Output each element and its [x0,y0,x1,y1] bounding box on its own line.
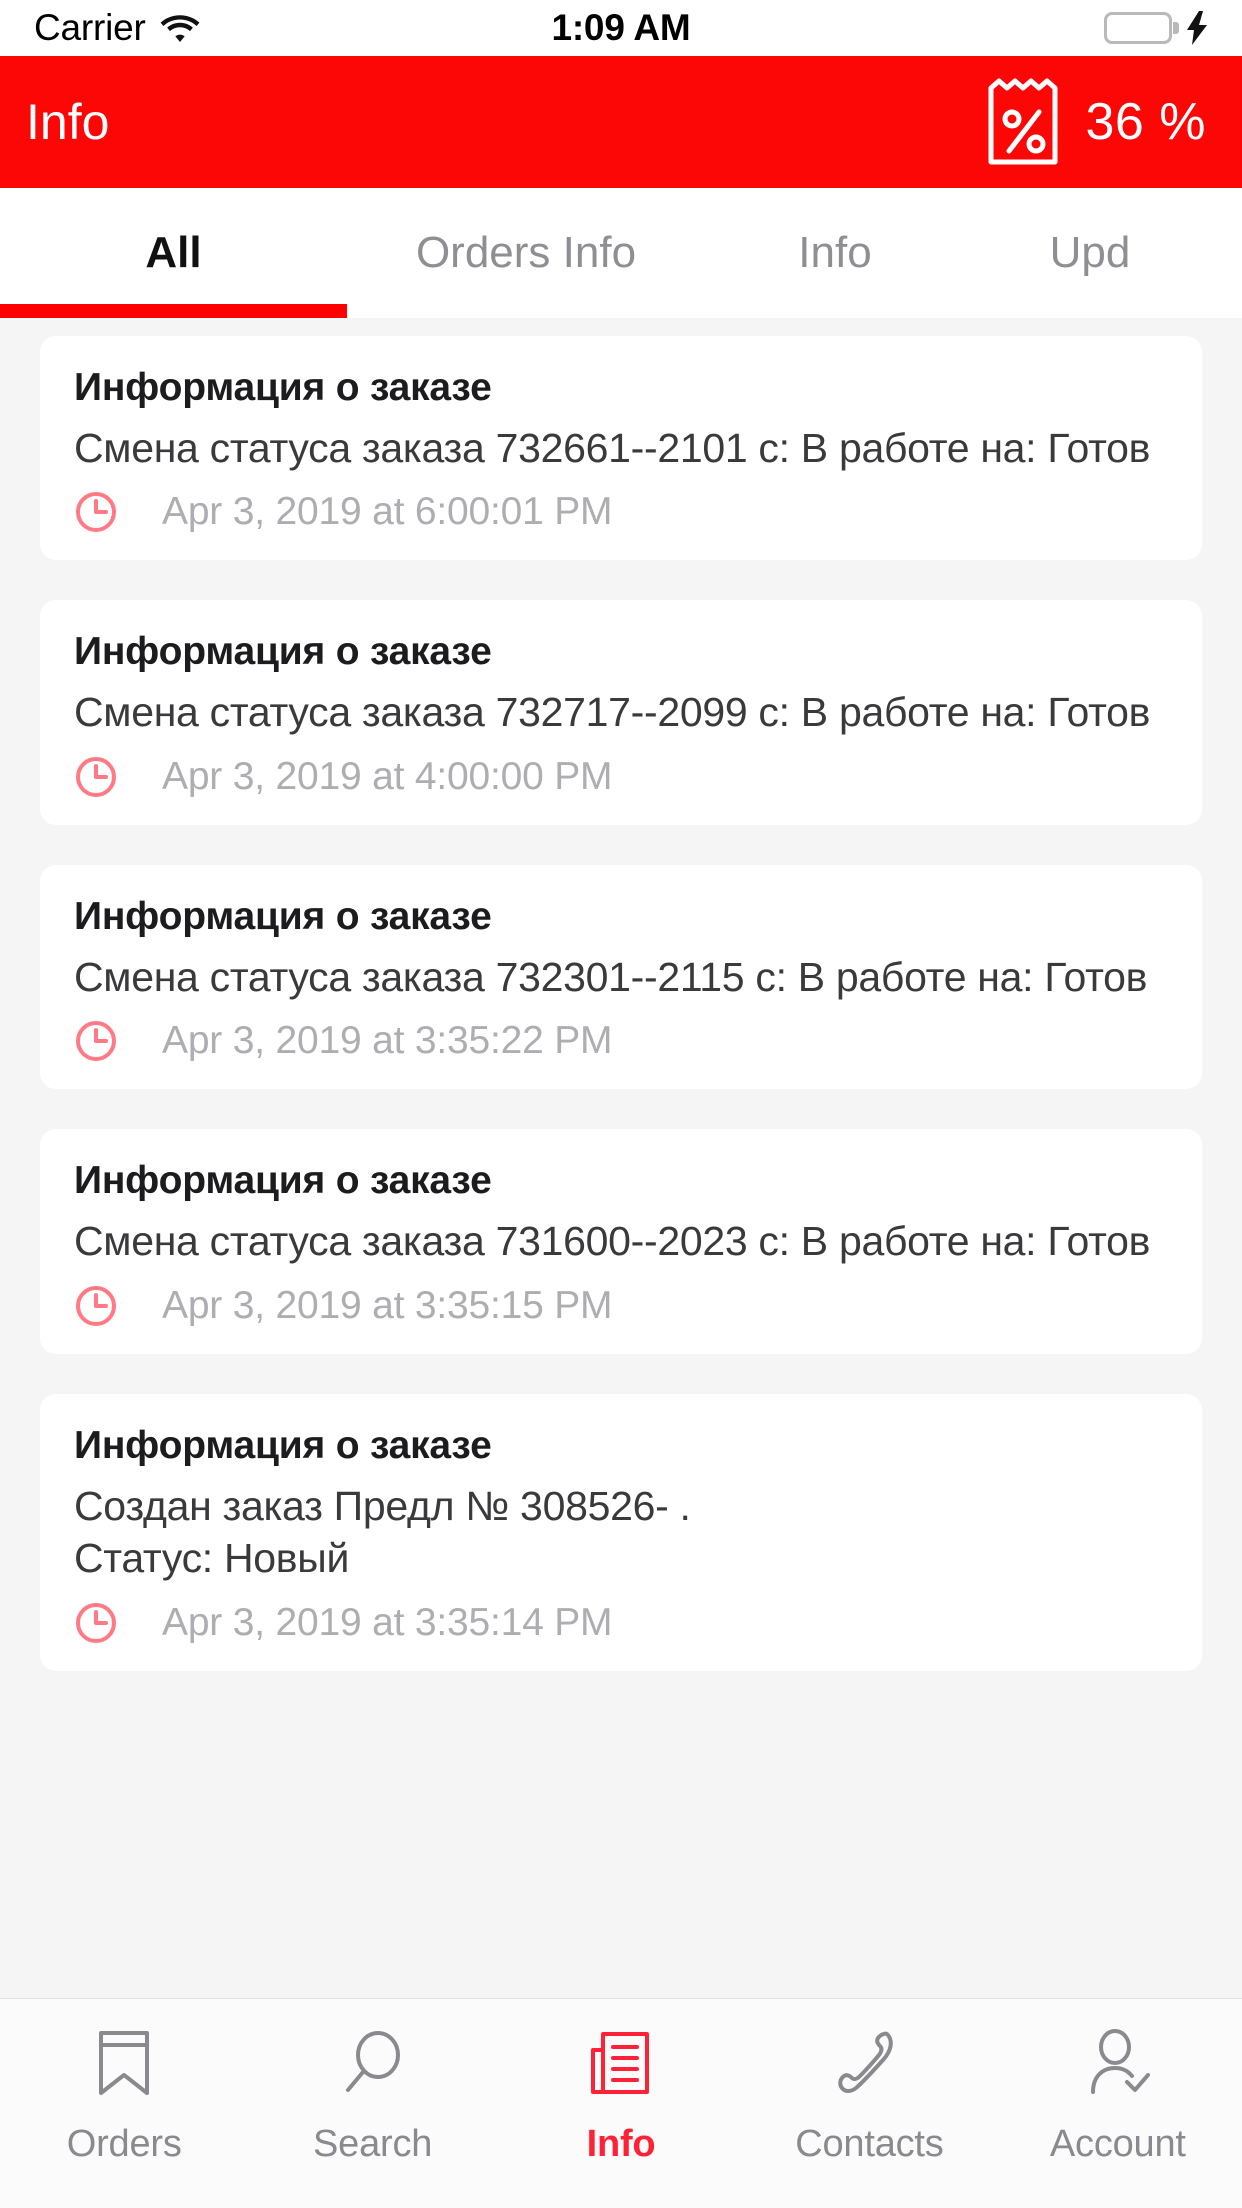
bookmark-icon [95,2027,153,2099]
notification-time: Apr 3, 2019 at 6:00:01 PM [162,490,613,534]
tabbar-label: Contacts [795,2123,944,2165]
notification-body: Смена статуса заказа 731600--2023 с: В р… [74,1218,1151,1265]
page-title: Info [26,94,110,150]
notification-title: Информация о заказе [74,366,492,409]
clock-icon [74,1601,118,1645]
notification-body: Смена статуса заказа 732717--2099 с: В р… [74,689,1151,736]
notification-time: Apr 3, 2019 at 3:35:14 PM [162,1600,613,1644]
receipt-percent-icon[interactable] [985,76,1063,168]
tabbar-label: Info [586,2123,656,2165]
search-icon [341,2027,405,2099]
notification-footer: Apr 3, 2019 at 3:35:15 PM [74,1284,1168,1328]
bottom-tab-bar[interactable]: Orders Search Info Contacts Account [0,1998,1242,2208]
notification-time: Apr 3, 2019 at 3:35:22 PM [162,1019,613,1063]
tabbar-item-orders[interactable]: Orders [0,2027,248,2166]
list-item[interactable]: Информация о заказе Смена статуса заказа… [40,864,1202,1090]
clock-icon [74,490,118,534]
status-bar-right [1104,11,1208,45]
notification-footer: Apr 3, 2019 at 3:35:22 PM [74,1019,1168,1063]
tabbar-item-search[interactable]: Search [248,2027,496,2166]
list-item[interactable]: Информация о заказе Смена статуса заказа… [40,600,1202,825]
list-item[interactable]: Информация о заказе Смена статуса заказа… [40,1129,1202,1354]
wifi-icon [160,13,200,43]
clock-icon [74,755,118,799]
tab-updates[interactable]: Upd [965,228,1215,278]
news-document-icon [589,2027,653,2099]
notification-footer: Apr 3, 2019 at 6:00:01 PM [74,490,1168,534]
discount-percent-label: 36 % [1085,93,1206,151]
list-item[interactable]: Информация о заказе Создан заказ Предл №… [40,1393,1202,1671]
tabbar-label: Search [313,2123,433,2165]
notification-title: Информация о заказе [74,630,492,674]
notification-footer: Apr 3, 2019 at 3:35:14 PM [74,1601,1168,1645]
notification-list[interactable]: Информация о заказе Смена статуса заказа… [0,318,1242,1998]
segment-tab-strip[interactable]: All Orders Info Info Upd [0,188,1242,318]
battery-full-icon [1104,12,1172,44]
notification-title: Информация о заказе [74,894,492,938]
notification-time: Apr 3, 2019 at 3:35:15 PM [162,1283,613,1327]
status-bar-left: Carrier [34,7,200,49]
tab-all[interactable]: All [0,228,347,278]
lightning-bolt-icon [1178,11,1208,45]
notification-time: Apr 3, 2019 at 4:00:00 PM [162,754,613,798]
notification-body: Смена статуса заказа 732301--2115 с: В р… [74,953,1148,1000]
clock-icon [74,1284,118,1328]
notification-title: Информация о заказе [74,1159,492,1203]
notification-body: Создан заказ Предл № 308526- . Статус: Н… [74,1482,691,1582]
notification-body: Смена статуса заказа 732661--2101 с: В р… [74,425,1151,471]
nav-bar: Info 36 % [0,56,1242,188]
tabbar-item-contacts[interactable]: Contacts [745,2027,993,2166]
tabbar-item-info[interactable]: Info [497,2027,745,2166]
tabbar-label: Orders [66,2123,182,2165]
carrier-label: Carrier [34,7,146,48]
app-screen: Carrier 1:09 AM Info 36 % All Orders Inf… [0,0,1242,2208]
tab-active-indicator [0,304,347,318]
list-item[interactable]: Информация о заказе Смена статуса заказа… [40,336,1202,561]
nav-bar-right[interactable]: 36 % [985,76,1206,168]
tab-orders-info[interactable]: Orders Info [347,228,705,278]
status-bar: Carrier 1:09 AM [0,0,1242,56]
tabbar-item-account[interactable]: Account [994,2027,1242,2166]
notification-footer: Apr 3, 2019 at 4:00:00 PM [74,755,1168,799]
clock-icon [74,1019,118,1063]
tab-info[interactable]: Info [705,228,965,278]
phone-handset-icon [837,2027,901,2099]
person-check-icon [1085,2027,1151,2099]
notification-title: Информация о заказе [74,1423,492,1467]
tabbar-label: Account [1049,2123,1186,2165]
